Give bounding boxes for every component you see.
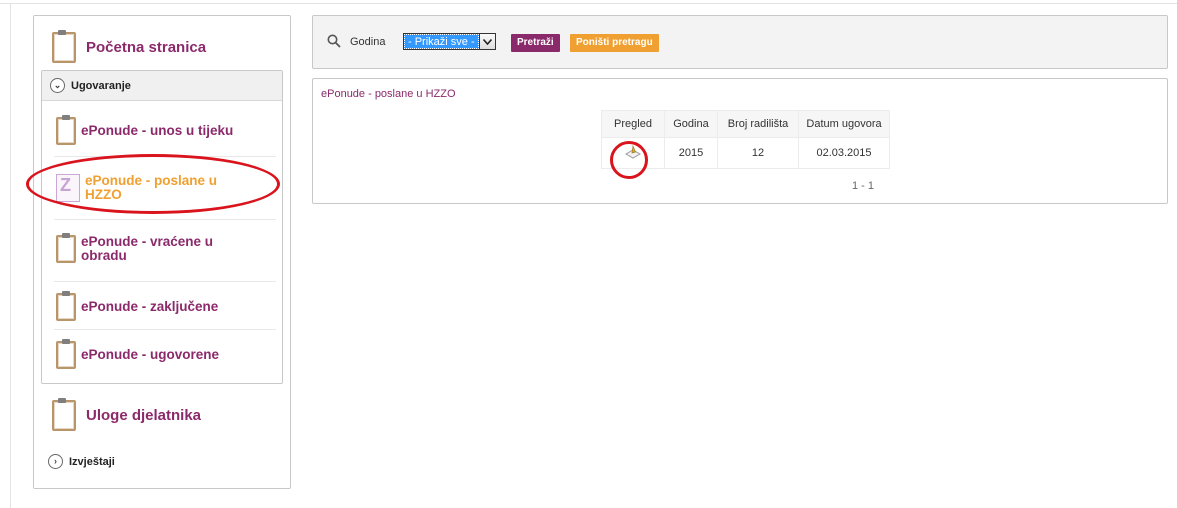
- table-row: 2015 12 02.03.2015: [601, 137, 890, 169]
- column-header: Godina: [664, 110, 718, 138]
- table-header-row: Pregled Godina Broj radilišta Datum ugov…: [601, 110, 890, 138]
- clipboard-icon: [52, 398, 76, 431]
- divider: [54, 219, 276, 220]
- search-icon: [327, 34, 341, 48]
- year-label: Godina: [350, 36, 386, 48]
- chevron-down-icon: [478, 34, 495, 49]
- reset-search-button[interactable]: Poništi pretragu: [570, 34, 659, 52]
- year-select[interactable]: - Prikaži sve -: [403, 33, 496, 50]
- reports-label: Izvještaji: [69, 455, 115, 468]
- column-header: Datum ugovora: [798, 110, 890, 138]
- date-cell: 02.03.2015: [798, 137, 890, 169]
- document-z-icon: Z: [56, 174, 80, 202]
- sidebar-item-label: ePonude - unos u tijeku: [81, 123, 234, 138]
- results-title: ePonude - poslane u HZZO: [321, 88, 456, 100]
- sites-cell: 12: [717, 137, 799, 169]
- sidebar-item-ugovorene[interactable]: ePonude - ugovorene: [56, 339, 278, 369]
- sidebar-item-zakljucene[interactable]: ePonude - zaključene: [56, 291, 278, 321]
- sidebar-roles-link[interactable]: Uloge djelatnika: [52, 398, 202, 431]
- sidebar-home-link[interactable]: Početna stranica: [52, 30, 207, 63]
- sidebar-item-label: ePonude - vraćene u obradu: [81, 234, 214, 263]
- group-toggle-ugovaranje[interactable]: ⌄ Ugovaranje: [42, 71, 282, 101]
- group-toggle-izvjestaji[interactable]: › Izvještaji: [48, 454, 115, 469]
- search-bar: Godina - Prikaži sve - Pretraži Poništi …: [312, 15, 1168, 69]
- pager-info: 1 - 1: [852, 180, 875, 192]
- sidebar-roles-label: Uloge djelatnika: [86, 407, 202, 424]
- clipboard-icon: [52, 30, 76, 63]
- clipboard-icon: [56, 339, 76, 369]
- group-label: Ugovaranje: [71, 79, 131, 92]
- sidebar-group-ugovaranje: ⌄ Ugovaranje ePonude - unos u tijeku Z e…: [41, 70, 283, 384]
- clipboard-icon: [56, 233, 76, 263]
- clipboard-icon: [56, 291, 76, 321]
- sidebar-item-label: ePonude - poslane u HZZO: [85, 173, 218, 202]
- top-divider: [0, 3, 1177, 4]
- sidebar-item-vracene[interactable]: ePonude - vraćene u obradu: [56, 233, 278, 263]
- chevron-down-icon: ⌄: [50, 78, 65, 93]
- divider: [54, 156, 276, 157]
- sidebar-item-label: ePonude - zaključene: [81, 299, 219, 314]
- results-table: Pregled Godina Broj radilišta Datum ugov…: [601, 110, 890, 169]
- chevron-right-icon: ›: [48, 454, 63, 469]
- sidebar: Početna stranica ⌄ Ugovaranje ePonude - …: [33, 15, 291, 489]
- divider: [54, 329, 276, 330]
- column-header: Broj radilišta: [717, 110, 799, 138]
- sidebar-item-unos[interactable]: ePonude - unos u tijeku: [56, 115, 278, 145]
- sidebar-home-label: Početna stranica: [86, 39, 207, 56]
- column-header: Pregled: [601, 110, 665, 138]
- sidebar-item-poslane[interactable]: Z ePonude - poslane u HZZO: [56, 174, 278, 202]
- left-divider: [10, 3, 11, 508]
- year-cell: 2015: [664, 137, 718, 169]
- sidebar-item-label: ePonude - ugovorene: [81, 347, 220, 362]
- divider: [54, 281, 276, 282]
- results-panel: ePonude - poslane u HZZO Pregled Godina …: [312, 78, 1168, 204]
- clipboard-icon: [56, 115, 76, 145]
- view-cell: [601, 137, 665, 169]
- year-select-value: - Prikaži sve -: [404, 34, 479, 49]
- view-document-icon[interactable]: [623, 142, 643, 162]
- search-button[interactable]: Pretraži: [511, 34, 560, 52]
